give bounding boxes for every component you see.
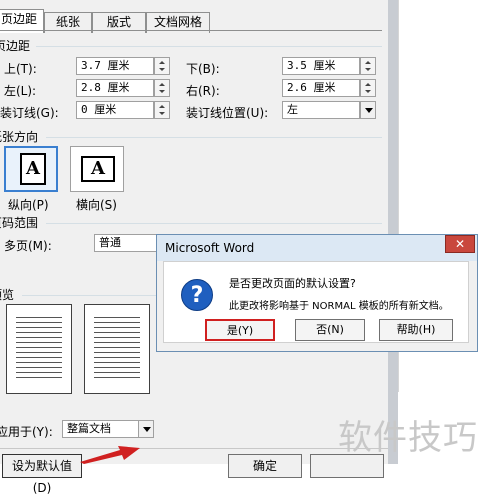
- message-box: Microsoft Word ✕ ? 是否更改页面的默认设置? 此更改将影响基于…: [156, 234, 478, 352]
- help-button[interactable]: 帮助(H): [379, 319, 453, 341]
- preview-page-left: [6, 304, 72, 394]
- left-margin-input[interactable]: 2.8 厘米: [76, 79, 154, 97]
- apply-to-label: 应用于(Y):: [0, 425, 53, 439]
- window-gap: [388, 0, 398, 464]
- section-rule: [46, 223, 382, 224]
- gutter-input[interactable]: 0 厘米: [76, 101, 154, 119]
- multiple-pages-select[interactable]: 普通: [94, 234, 164, 252]
- tab-divider: [0, 30, 382, 31]
- message-detail: 此更改将影响基于 NORMAL 模板的所有新文档。: [229, 301, 449, 312]
- chevron-down-icon[interactable]: [360, 101, 376, 119]
- section-rule: [36, 46, 382, 47]
- gutter-position-select[interactable]: 左: [282, 101, 360, 119]
- no-button[interactable]: 否(N): [295, 319, 365, 341]
- margins-section-title: 页边距: [0, 39, 31, 53]
- top-margin-spinner[interactable]: [154, 57, 170, 75]
- right-label: 右(R):: [186, 84, 220, 98]
- landscape-label[interactable]: 横向(S): [76, 196, 117, 213]
- gutter-spinner[interactable]: [154, 101, 170, 119]
- ok-button[interactable]: 确定: [228, 454, 302, 478]
- set-default-button[interactable]: 设为默认值(D): [2, 454, 82, 495]
- gutter-position-label: 装订线位置(U):: [186, 106, 269, 120]
- portrait-label[interactable]: 纵向(P): [8, 196, 49, 213]
- message-question: 是否更改页面的默认设置?: [229, 277, 356, 290]
- landscape-page-icon: A: [81, 156, 115, 182]
- landscape-option[interactable]: A: [70, 146, 124, 192]
- preview-page-right: [84, 304, 150, 394]
- top-margin-input[interactable]: 3.7 厘米: [76, 57, 154, 75]
- question-icon: ?: [181, 279, 213, 311]
- left-margin-spinner[interactable]: [154, 79, 170, 97]
- section-rule: [22, 295, 156, 296]
- close-icon[interactable]: ✕: [445, 235, 475, 253]
- preview-section-title: 预览: [0, 288, 15, 302]
- section-rule: [46, 137, 382, 138]
- watermark: 软件技巧: [338, 418, 478, 458]
- chevron-down-icon[interactable]: [138, 420, 154, 438]
- gutter-label: 装订线(G):: [0, 106, 59, 120]
- portrait-page-icon: A: [20, 153, 46, 185]
- bottom-margin-input[interactable]: 3.5 厘米: [282, 57, 360, 75]
- multiple-pages-label: 多页(M):: [4, 239, 52, 253]
- left-label: 左(L):: [4, 84, 37, 98]
- yes-button[interactable]: 是(Y): [205, 319, 275, 341]
- pages-section-title: 页码范围: [0, 216, 39, 230]
- right-margin-input[interactable]: 2.6 厘米: [282, 79, 360, 97]
- page-setup-dialog: 页边距 纸张 版式 文档网格 页边距 上(T): 3.7 厘米 下(B): 3.…: [0, 0, 388, 495]
- bottom-divider: [0, 448, 388, 449]
- right-margin-spinner[interactable]: [360, 79, 376, 97]
- message-box-title: Microsoft Word: [165, 241, 255, 255]
- portrait-option[interactable]: A: [4, 146, 58, 192]
- orientation-section-title: 纸张方向: [0, 130, 39, 144]
- bottom-label: 下(B):: [186, 62, 220, 76]
- bottom-margin-spinner[interactable]: [360, 57, 376, 75]
- apply-to-select[interactable]: 整篇文档: [62, 420, 140, 438]
- annotation-arrow-icon: [80, 446, 140, 464]
- top-label: 上(T):: [4, 62, 37, 76]
